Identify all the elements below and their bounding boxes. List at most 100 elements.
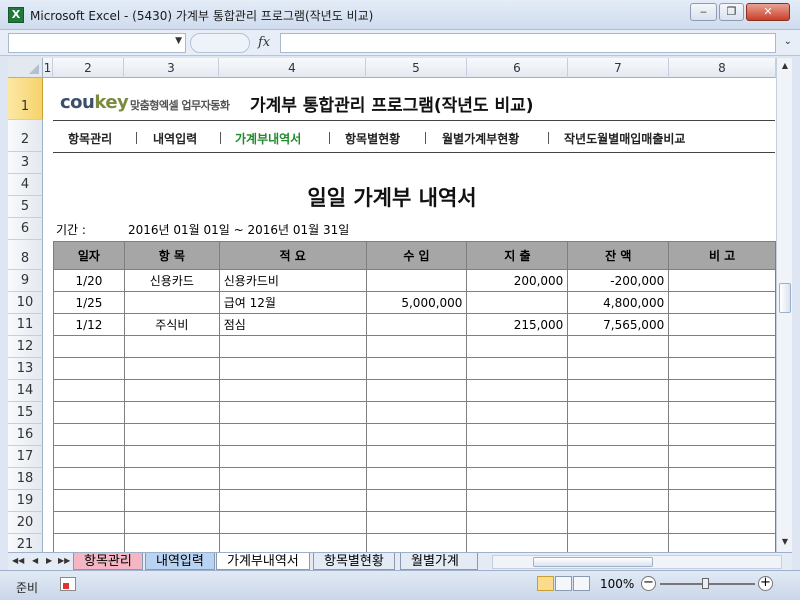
- empty-cell[interactable]: [123, 401, 220, 424]
- empty-cell[interactable]: [218, 357, 367, 380]
- empty-cell[interactable]: [466, 357, 569, 380]
- restore-button[interactable]: ❐: [719, 3, 744, 21]
- empty-cell[interactable]: [567, 533, 670, 552]
- empty-cell[interactable]: [53, 335, 125, 358]
- row-header[interactable]: 17: [8, 446, 43, 468]
- empty-cell[interactable]: [365, 533, 468, 552]
- zoom-in-icon[interactable]: +: [758, 576, 773, 591]
- empty-cell[interactable]: [466, 401, 569, 424]
- cell-description[interactable]: 신용카드비: [218, 269, 367, 292]
- close-button[interactable]: ✕: [746, 3, 790, 21]
- menu-item-monthly-status[interactable]: 월별가계부현황: [442, 130, 519, 147]
- page-break-view-icon[interactable]: [573, 576, 590, 591]
- cell-expense[interactable]: 215,000: [466, 313, 569, 336]
- zoom-slider-thumb[interactable]: [702, 578, 709, 589]
- row-header[interactable]: 11: [8, 314, 43, 336]
- cell-income[interactable]: [365, 269, 468, 292]
- sheet-tab-item-management[interactable]: 항목관리: [73, 553, 143, 570]
- cell-expense[interactable]: [466, 291, 569, 314]
- empty-cell[interactable]: [53, 445, 125, 468]
- sheet-tab-monthly[interactable]: 월별가계: [400, 553, 478, 570]
- cell-balance[interactable]: 7,565,000: [567, 313, 670, 336]
- empty-cell[interactable]: [123, 533, 220, 552]
- empty-cell[interactable]: [567, 401, 670, 424]
- empty-cell[interactable]: [53, 467, 125, 490]
- cell-expense[interactable]: 200,000: [466, 269, 569, 292]
- last-sheet-icon[interactable]: ▶▶: [58, 556, 70, 565]
- empty-cell[interactable]: [218, 445, 367, 468]
- column-income[interactable]: 수 입: [365, 241, 468, 270]
- empty-cell[interactable]: [567, 467, 670, 490]
- empty-cell[interactable]: [668, 335, 776, 358]
- empty-cell[interactable]: [218, 533, 367, 552]
- empty-cell[interactable]: [668, 533, 776, 552]
- empty-cell[interactable]: [218, 401, 367, 424]
- page-layout-view-icon[interactable]: [555, 576, 572, 591]
- zoom-level[interactable]: 100%: [600, 577, 634, 591]
- insert-function-icon[interactable]: fx: [258, 35, 270, 50]
- normal-view-icon[interactable]: [537, 576, 554, 591]
- empty-cell[interactable]: [53, 379, 125, 402]
- expand-formula-bar-icon[interactable]: ⌄: [784, 36, 792, 47]
- sheet-tab-entry-input[interactable]: 내역입력: [145, 553, 215, 570]
- menu-item-status-by-item[interactable]: 항목별현황: [345, 130, 400, 147]
- empty-cell[interactable]: [567, 423, 670, 446]
- empty-cell[interactable]: [123, 335, 220, 358]
- column-description[interactable]: 적 요: [218, 241, 367, 270]
- chevron-down-icon[interactable]: ▼: [175, 36, 182, 46]
- cell-description[interactable]: 급여 12월: [218, 291, 367, 314]
- column-header[interactable]: 6: [467, 58, 568, 78]
- row-header[interactable]: 6: [8, 218, 43, 240]
- column-balance[interactable]: 잔 액: [567, 241, 670, 270]
- empty-cell[interactable]: [567, 335, 670, 358]
- row-header[interactable]: 10: [8, 292, 43, 314]
- empty-cell[interactable]: [567, 489, 670, 512]
- scrollbar-thumb[interactable]: [533, 557, 653, 567]
- empty-cell[interactable]: [466, 467, 569, 490]
- cell-date[interactable]: 1/20: [53, 269, 125, 292]
- cell-description[interactable]: 점심: [218, 313, 367, 336]
- empty-cell[interactable]: [218, 423, 367, 446]
- empty-cell[interactable]: [53, 357, 125, 380]
- zoom-out-icon[interactable]: −: [641, 576, 656, 591]
- empty-cell[interactable]: [365, 489, 468, 512]
- empty-cell[interactable]: [668, 401, 776, 424]
- cell-date[interactable]: 1/12: [53, 313, 125, 336]
- empty-cell[interactable]: [365, 423, 468, 446]
- column-header[interactable]: 8: [669, 58, 776, 78]
- empty-cell[interactable]: [218, 511, 367, 534]
- empty-cell[interactable]: [123, 379, 220, 402]
- row-header[interactable]: 2: [8, 120, 43, 152]
- scrollbar-thumb[interactable]: [779, 283, 791, 313]
- empty-cell[interactable]: [218, 379, 367, 402]
- column-header[interactable]: 5: [366, 58, 467, 78]
- empty-cell[interactable]: [218, 335, 367, 358]
- menu-item-ledger-statement[interactable]: 가계부내역서: [235, 130, 301, 147]
- cell-category[interactable]: [123, 291, 220, 314]
- empty-cell[interactable]: [668, 511, 776, 534]
- menu-item-entry-input[interactable]: 내역입력: [153, 130, 197, 147]
- empty-cell[interactable]: [123, 489, 220, 512]
- scroll-down-icon[interactable]: ▼: [779, 536, 791, 548]
- sheet-tab-status-by-item[interactable]: 항목별현황: [313, 553, 395, 570]
- empty-cell[interactable]: [365, 379, 468, 402]
- empty-cell[interactable]: [123, 423, 220, 446]
- minimize-button[interactable]: ‒: [690, 3, 717, 21]
- empty-cell[interactable]: [567, 511, 670, 534]
- empty-cell[interactable]: [668, 379, 776, 402]
- worksheet[interactable]: 1 2 3 4 5 6 7 8 1 2 3 4 5 6 8 9 10 11 12…: [8, 58, 776, 552]
- next-sheet-icon[interactable]: ▶: [46, 556, 52, 565]
- cell-note[interactable]: [668, 291, 776, 314]
- column-date[interactable]: 일자: [53, 241, 125, 270]
- first-sheet-icon[interactable]: ◀◀: [12, 556, 24, 565]
- empty-cell[interactable]: [53, 511, 125, 534]
- column-header[interactable]: 3: [124, 58, 219, 78]
- row-header[interactable]: 19: [8, 490, 43, 512]
- empty-cell[interactable]: [466, 511, 569, 534]
- horizontal-scrollbar[interactable]: [492, 555, 782, 569]
- empty-cell[interactable]: [365, 357, 468, 380]
- empty-cell[interactable]: [123, 357, 220, 380]
- row-header[interactable]: 16: [8, 424, 43, 446]
- empty-cell[interactable]: [365, 445, 468, 468]
- cell-category[interactable]: 주식비: [123, 313, 220, 336]
